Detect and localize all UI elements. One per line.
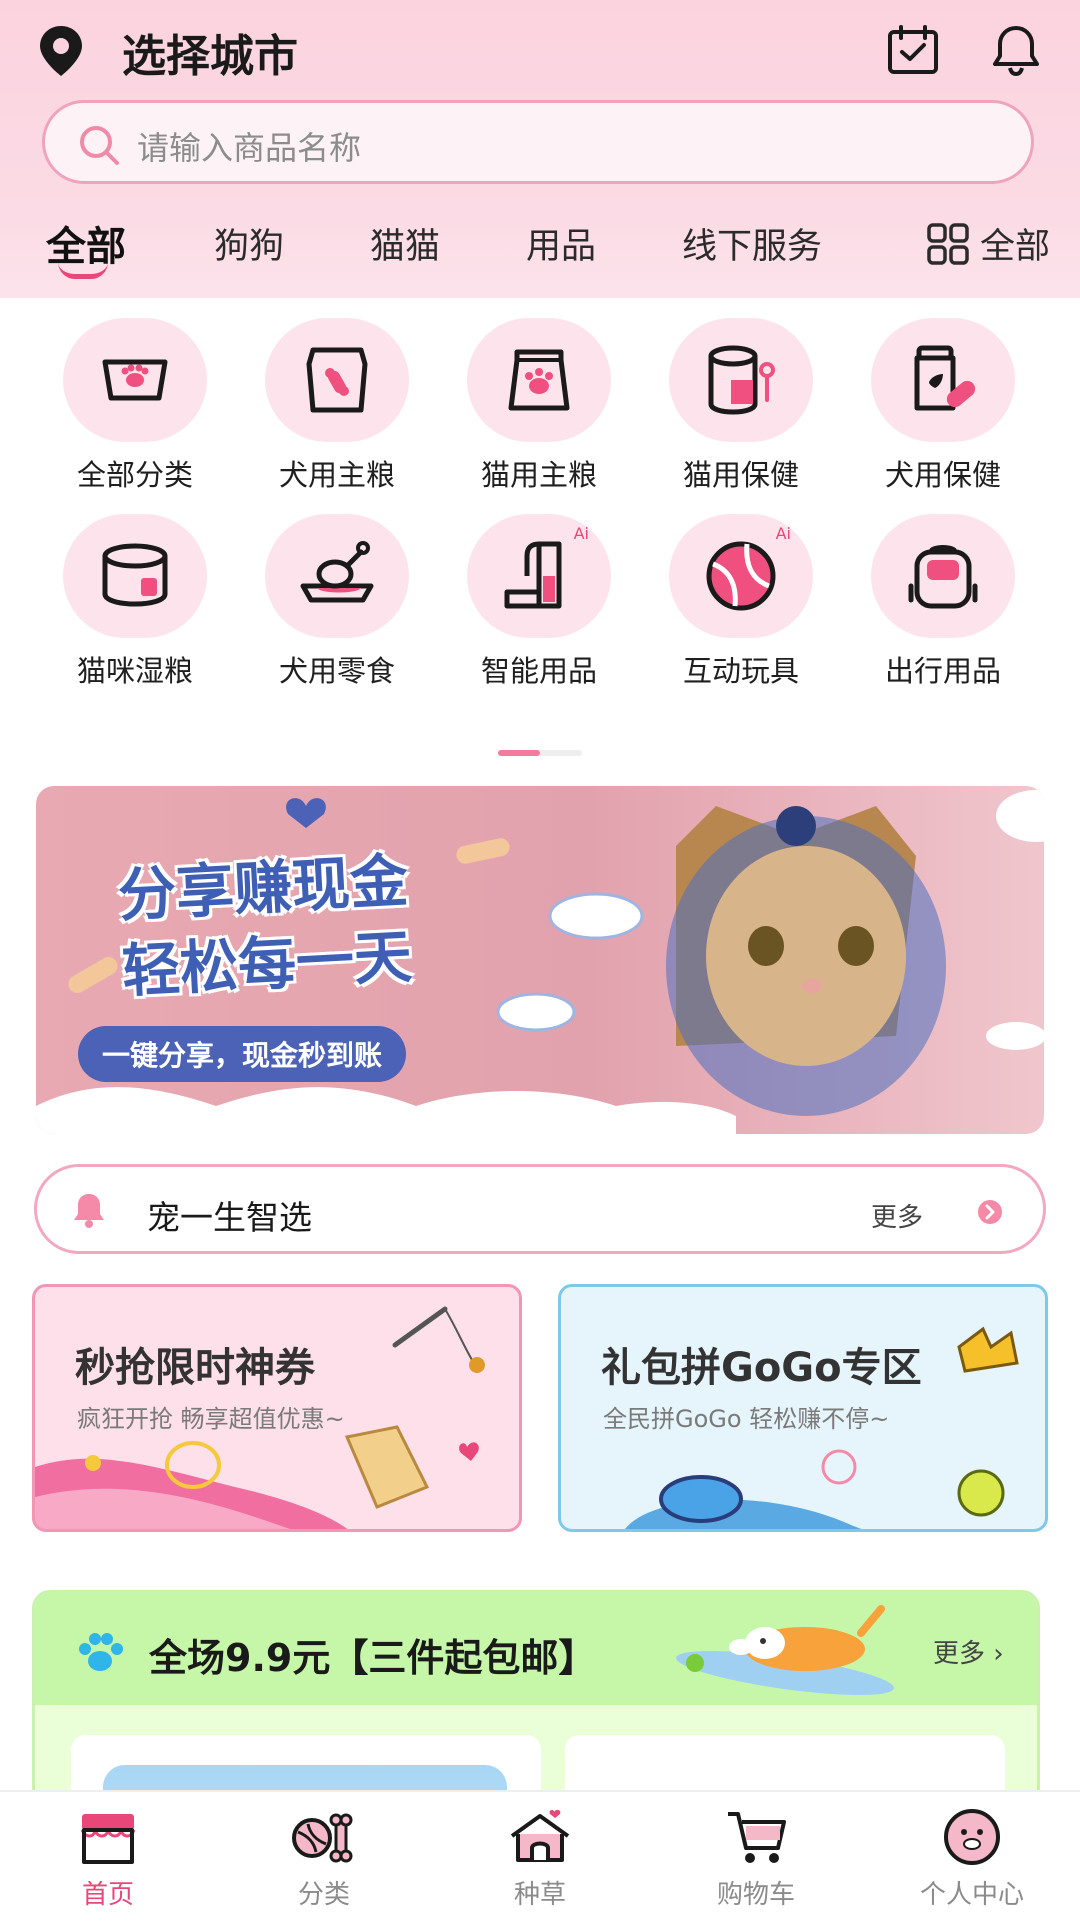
banner-share-pill: 一键分享，现金秒到账: [78, 1026, 407, 1082]
page-indicator: [498, 750, 582, 756]
location-pin-icon[interactable]: [36, 24, 86, 78]
coupon-card-subtitle: 疯狂开抢 畅享超值优惠~: [77, 1405, 345, 1433]
pig-face-icon: [944, 1809, 1000, 1865]
group-buy-card-subtitle: 全民拼GoGo 轻松赚不停~: [603, 1405, 890, 1433]
bottom-tab-bar: 首页 分类 种草 购物车 个人中心: [0, 1790, 1080, 1922]
category-item[interactable]: Ai 智能用品: [454, 514, 624, 690]
coupon-card-title: 秒抢限时神券: [75, 1345, 315, 1391]
nav-recommend[interactable]: 种草: [460, 1806, 620, 1911]
bell-icon: [74, 1194, 104, 1228]
pet-house-icon: [510, 1809, 570, 1862]
category-tabs: 全部 狗狗 猫猫 用品 线下服务 全部: [0, 218, 1080, 279]
promo-title: 全场9.9元【三件起包邮】: [149, 1636, 597, 1680]
all-categories-button[interactable]: 全部: [980, 218, 1050, 269]
promo-header[interactable]: 全场9.9元【三件起包邮】 更多 ›: [35, 1593, 1037, 1705]
category-item[interactable]: 犬用主粮: [252, 318, 422, 494]
tab-active-indicator: [58, 262, 108, 279]
store-icon: [80, 1814, 136, 1864]
nav-label: 种草: [513, 1880, 566, 1910]
category-label: 猫用保健: [682, 458, 799, 492]
nav-label: 首页: [81, 1880, 134, 1910]
city-selector[interactable]: 选择城市: [122, 20, 298, 84]
banner-title: 分享赚现金 轻松每一天: [116, 846, 414, 1006]
toy-ball-icon: [706, 541, 776, 611]
chevron-right-icon[interactable]: [977, 1199, 1003, 1225]
supplement-jar-icon: [708, 345, 775, 415]
notice-more-link[interactable]: 更多: [871, 1197, 923, 1234]
promo-banner[interactable]: 分享赚现金 轻松每一天 一键分享，现金秒到账: [36, 786, 1044, 1134]
top-bar: 选择城市: [0, 0, 1080, 100]
search-input[interactable]: 请输入商品名称: [42, 100, 1034, 184]
header: 选择城市 请输入商品名称 全部 狗狗 猫猫 用品 线下服务 全部: [0, 0, 1080, 298]
category-item[interactable]: 猫用保健: [656, 318, 826, 494]
group-buy-card[interactable]: 礼包拼GoGo专区 全民拼GoGo 轻松赚不停~: [558, 1284, 1048, 1532]
category-label: 犬用主粮: [278, 458, 395, 492]
category-label: 猫咪湿粮: [76, 654, 193, 688]
category-item[interactable]: Ai 互动玩具: [656, 514, 826, 690]
nav-label: 购物车: [716, 1880, 795, 1910]
ball-bone-icon: [292, 1813, 353, 1863]
cat-food-bag-icon: [508, 349, 570, 411]
category-label: 犬用保健: [884, 458, 1001, 492]
nav-label: 个人中心: [919, 1880, 1024, 1910]
nav-home[interactable]: 首页: [28, 1806, 188, 1911]
dog-snack-icon: [300, 541, 374, 603]
category-item[interactable]: 猫用主粮: [454, 318, 624, 494]
nav-label: 分类: [297, 1880, 350, 1910]
backpack-icon: [908, 545, 978, 609]
paw-icon: [79, 1633, 123, 1671]
category-item[interactable]: 犬用保健: [858, 318, 1028, 494]
category-label: 出行用品: [884, 654, 1001, 688]
dog-illustration: [676, 1605, 894, 1696]
category-item[interactable]: 犬用零食: [252, 514, 422, 690]
category-label: 犬用零食: [278, 654, 395, 688]
group-buy-card-title: 礼包拼GoGo专区: [601, 1345, 922, 1391]
nav-category[interactable]: 分类: [244, 1806, 404, 1911]
notice-title: 宠一生智选: [147, 1198, 312, 1237]
smart-feeder-icon: [504, 541, 562, 609]
search-icon: [80, 126, 119, 165]
wet-food-can-icon: [102, 543, 168, 607]
shopping-cart-icon: [728, 1812, 786, 1863]
tab-supplies[interactable]: 用品: [526, 218, 596, 269]
category-label: 全部分类: [76, 458, 193, 492]
search-placeholder: 请输入商品名称: [137, 129, 362, 167]
category-label: 智能用品: [480, 654, 597, 688]
pill-bottle-icon: [914, 345, 976, 411]
notice-bar[interactable]: 宠一生智选 更多: [34, 1164, 1046, 1254]
cat-tray-icon: [102, 359, 168, 401]
grid-icon[interactable]: [926, 222, 970, 266]
calendar-check-icon[interactable]: [886, 24, 940, 76]
coupon-card[interactable]: 秒抢限时神券 疯狂开抢 畅享超值优惠~: [32, 1284, 522, 1532]
promo-more-link[interactable]: 更多 ›: [933, 1633, 1004, 1670]
nav-profile[interactable]: 个人中心: [892, 1806, 1052, 1911]
category-label: 猫用主粮: [480, 458, 597, 492]
category-item[interactable]: 猫咪湿粮: [50, 514, 220, 690]
tab-dogs[interactable]: 狗狗: [214, 218, 284, 269]
bell-icon[interactable]: [990, 24, 1042, 78]
category-label: 互动玩具: [682, 654, 799, 688]
dog-food-bag-icon: [306, 347, 368, 413]
tab-offline-services[interactable]: 线下服务: [682, 218, 822, 269]
tab-cats[interactable]: 猫猫: [370, 218, 440, 269]
nav-cart[interactable]: 购物车: [676, 1806, 836, 1911]
category-item[interactable]: 全部分类: [50, 318, 220, 494]
category-item[interactable]: 出行用品: [858, 514, 1028, 690]
